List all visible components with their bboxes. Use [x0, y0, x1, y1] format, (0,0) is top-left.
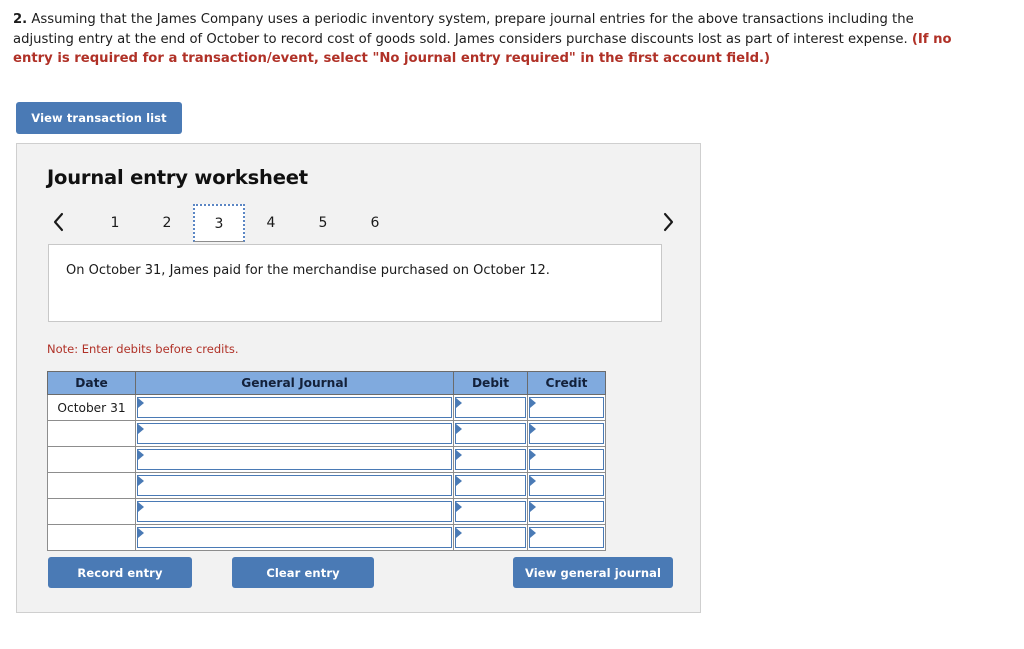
dropdown-caret-icon	[530, 450, 536, 460]
journal-entry-table: Date General Journal Debit Credit Octobe…	[47, 371, 606, 551]
prev-entry-button[interactable]	[47, 207, 69, 237]
debit-cell[interactable]	[453, 524, 528, 551]
column-header-credit: Credit	[527, 371, 606, 395]
question-body: Assuming that the James Company uses a p…	[13, 12, 914, 47]
dropdown-caret-icon	[138, 476, 144, 486]
dropdown-caret-icon	[530, 424, 536, 434]
general-journal-input[interactable]	[137, 527, 452, 548]
dropdown-caret-icon	[456, 450, 462, 460]
debit-cell[interactable]	[453, 472, 528, 499]
tab-2[interactable]: 2	[141, 204, 193, 242]
dropdown-caret-icon	[456, 424, 462, 434]
dropdown-caret-icon	[138, 450, 144, 460]
dropdown-caret-icon	[456, 502, 462, 512]
credit-input[interactable]	[529, 475, 604, 496]
dropdown-caret-icon	[530, 502, 536, 512]
tab-6[interactable]: 6	[349, 204, 401, 242]
question-number: 2.	[13, 12, 28, 27]
general-journal-input[interactable]	[137, 449, 452, 470]
transaction-description-text: On October 31, James paid for the mercha…	[66, 263, 550, 278]
table-header-row: Date General Journal Debit Credit	[47, 371, 606, 395]
view-general-journal-button[interactable]: View general journal	[513, 557, 673, 588]
debit-cell[interactable]	[453, 420, 528, 447]
credit-cell[interactable]	[527, 394, 606, 421]
table-row	[47, 446, 606, 473]
page-title: Journal entry worksheet	[47, 166, 308, 189]
general-journal-cell[interactable]	[135, 394, 454, 421]
dropdown-caret-icon	[456, 398, 462, 408]
debit-input[interactable]	[455, 449, 526, 470]
debit-cell[interactable]	[453, 394, 528, 421]
general-journal-input[interactable]	[137, 501, 452, 522]
tab-5[interactable]: 5	[297, 204, 349, 242]
journal-entry-worksheet-panel: Journal entry worksheet 1 2 3 4 5 6 On O…	[16, 143, 701, 613]
credit-cell[interactable]	[527, 498, 606, 525]
date-cell: October 31	[47, 394, 136, 421]
credit-input[interactable]	[529, 527, 604, 548]
table-row	[47, 472, 606, 499]
credit-cell[interactable]	[527, 420, 606, 447]
debit-input[interactable]	[455, 423, 526, 444]
table-row	[47, 498, 606, 525]
column-header-debit: Debit	[453, 371, 528, 395]
general-journal-cell[interactable]	[135, 524, 454, 551]
tab-1[interactable]: 1	[89, 204, 141, 242]
credit-cell[interactable]	[527, 524, 606, 551]
dropdown-caret-icon	[138, 502, 144, 512]
credit-cell[interactable]	[527, 472, 606, 499]
credit-input[interactable]	[529, 397, 604, 418]
general-journal-input[interactable]	[137, 397, 452, 418]
date-cell	[47, 472, 136, 499]
date-cell	[47, 420, 136, 447]
dropdown-caret-icon	[138, 398, 144, 408]
debit-input[interactable]	[455, 501, 526, 522]
dropdown-caret-icon	[530, 476, 536, 486]
dropdown-caret-icon	[456, 476, 462, 486]
general-journal-cell[interactable]	[135, 446, 454, 473]
credit-input[interactable]	[529, 423, 604, 444]
chevron-right-icon	[663, 212, 673, 232]
credit-input[interactable]	[529, 501, 604, 522]
view-transaction-list-button[interactable]: View transaction list	[16, 102, 182, 134]
date-cell	[47, 498, 136, 525]
chevron-left-icon	[53, 212, 63, 232]
debit-input[interactable]	[455, 397, 526, 418]
debits-before-credits-note: Note: Enter debits before credits.	[47, 342, 239, 356]
tab-3[interactable]: 3	[193, 204, 245, 242]
date-cell	[47, 524, 136, 551]
dropdown-caret-icon	[138, 424, 144, 434]
date-cell	[47, 446, 136, 473]
general-journal-cell[interactable]	[135, 498, 454, 525]
dropdown-caret-icon	[530, 528, 536, 538]
dropdown-caret-icon	[456, 528, 462, 538]
debit-cell[interactable]	[453, 498, 528, 525]
credit-cell[interactable]	[527, 446, 606, 473]
credit-input[interactable]	[529, 449, 604, 470]
general-journal-cell[interactable]	[135, 420, 454, 447]
record-entry-button[interactable]: Record entry	[48, 557, 192, 588]
clear-entry-button[interactable]: Clear entry	[232, 557, 374, 588]
next-entry-button[interactable]	[657, 207, 679, 237]
column-header-date: Date	[47, 371, 136, 395]
table-row	[47, 420, 606, 447]
question-text: 2. Assuming that the James Company uses …	[13, 10, 965, 69]
transaction-description-box: On October 31, James paid for the mercha…	[48, 244, 662, 322]
debit-input[interactable]	[455, 475, 526, 496]
table-row	[47, 524, 606, 551]
general-journal-input[interactable]	[137, 423, 452, 444]
debit-input[interactable]	[455, 527, 526, 548]
column-header-general-journal: General Journal	[135, 371, 454, 395]
dropdown-caret-icon	[138, 528, 144, 538]
general-journal-cell[interactable]	[135, 472, 454, 499]
table-row: October 31	[47, 394, 606, 421]
debit-cell[interactable]	[453, 446, 528, 473]
general-journal-input[interactable]	[137, 475, 452, 496]
worksheet-tabstrip: 1 2 3 4 5 6	[47, 204, 679, 244]
tab-4[interactable]: 4	[245, 204, 297, 242]
dropdown-caret-icon	[530, 398, 536, 408]
